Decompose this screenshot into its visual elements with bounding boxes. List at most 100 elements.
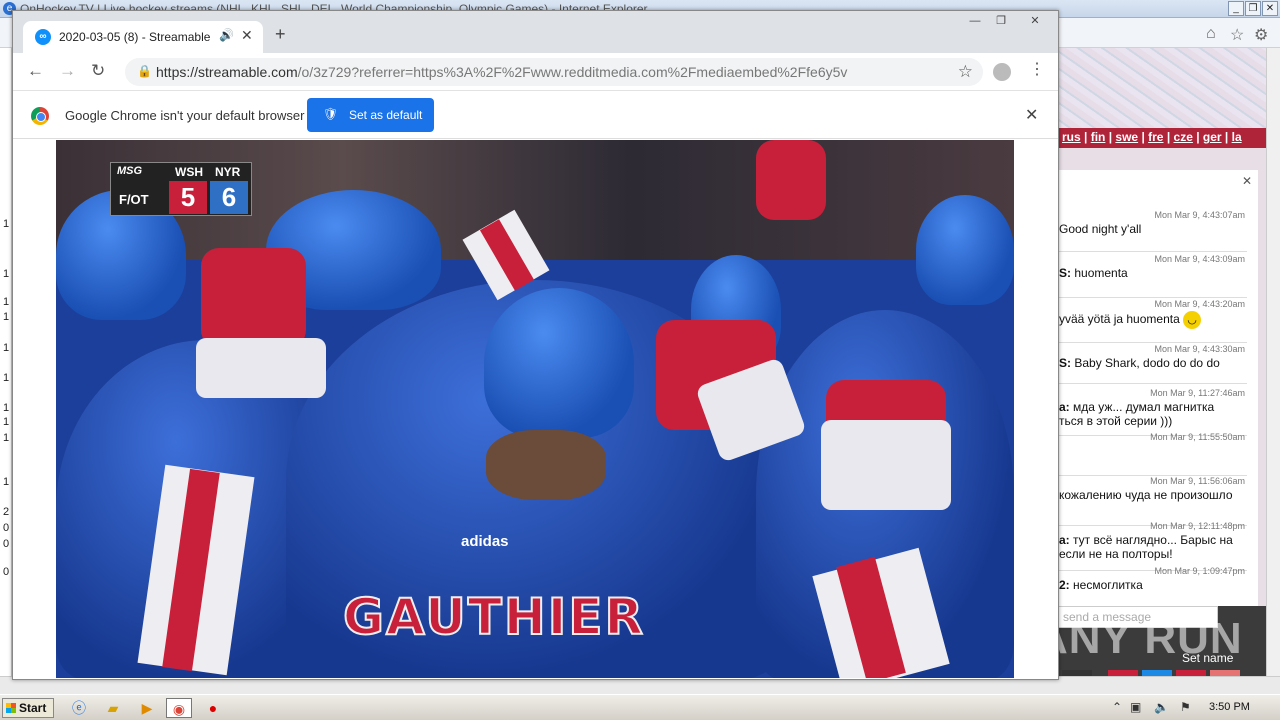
chrome-window: ∞ 2020-03-05 (8) - Streamable 🔊 ✕ + — ❐ … <box>12 10 1059 680</box>
color-swatch[interactable] <box>1210 670 1240 676</box>
infobar-close-icon[interactable]: ✕ <box>1025 105 1038 125</box>
favorites-star-icon[interactable]: ☆ <box>1230 25 1244 45</box>
chat-message: Mon Mar 9, 4:43:09am S: huomenta <box>1059 254 1247 298</box>
streamable-link-icon: ∞ <box>35 29 51 45</box>
chrome-close-button[interactable]: ✕ <box>1021 13 1049 29</box>
page-content: adidas GAUTHIER MSG F/OT WSH NYR 5 6 <box>13 139 1058 679</box>
lang-link-fre[interactable]: fre <box>1148 130 1163 144</box>
language-links: rus | fin | swe | fre | cze | ger | la <box>1058 128 1266 148</box>
address-bar[interactable]: 🔒 https://streamable.com/o/3z729?referre… <box>125 58 983 86</box>
ie-taskbar-icon[interactable]: ⓔ <box>66 698 92 718</box>
chrome-menu-icon[interactable]: ⋮ <box>1029 61 1045 79</box>
strip-digit: 1 <box>3 296 10 308</box>
color-swatch[interactable] <box>1062 670 1092 676</box>
chrome-toolbar: ← → ↻ 🔒 https://streamable.com/o/3z729?r… <box>13 53 1058 91</box>
lang-link-ger[interactable]: ger <box>1203 130 1222 144</box>
chat-close-icon[interactable]: ✕ <box>1242 174 1252 188</box>
chat-time: Mon Mar 9, 1:09:47pm <box>1154 566 1245 576</box>
chat-text: Good night y'all <box>1059 222 1142 236</box>
taskbar-clock[interactable]: 3:50 PM <box>1209 701 1250 713</box>
period-label: F/OT <box>119 192 149 207</box>
tab-close-icon[interactable]: ✕ <box>241 27 253 44</box>
home-icon[interactable]: ⌂ <box>1206 25 1216 43</box>
lang-link-cze[interactable]: cze <box>1174 130 1193 144</box>
chat-message: Mon Mar 9, 4:43:20am yvää yötä ja huomen… <box>1059 299 1247 343</box>
chat-time: Mon Mar 9, 12:11:48pm <box>1150 521 1245 531</box>
ie-vertical-scrollbar[interactable] <box>1266 48 1280 676</box>
chat-time: Mon Mar 9, 11:56:06am <box>1150 476 1245 486</box>
lock-icon: 🔒 <box>137 64 152 78</box>
color-swatch[interactable] <box>1108 670 1138 676</box>
lang-link-swe[interactable]: swe <box>1115 130 1138 144</box>
team2-name: NYR <box>215 165 241 179</box>
chat-time: Mon Mar 9, 4:43:30am <box>1154 344 1245 354</box>
chat-message: Mon Mar 9, 11:56:06am кожалению чуда не … <box>1059 476 1247 526</box>
chat-message: Mon Mar 9, 11:27:46am a: мда уж... думал… <box>1059 388 1247 436</box>
chat-text: S: Baby Shark, dodo do do do <box>1059 356 1220 370</box>
default-browser-infobar: Google Chrome isn't your default browser… <box>13 91 1058 139</box>
ie-close-button[interactable]: ✕ <box>1262 1 1278 16</box>
anyrun-watermark: ANY RUN <box>1036 614 1243 663</box>
explorer-folder-icon[interactable]: ▰ <box>100 698 126 718</box>
network-logo: MSG <box>117 165 143 177</box>
player-neck <box>486 430 606 500</box>
strip-digit: 1 <box>3 476 10 488</box>
strip-digit: 0 <box>3 538 10 550</box>
start-button[interactable]: Start <box>2 698 54 718</box>
lang-link-la[interactable]: la <box>1232 130 1242 144</box>
uac-shield-icon: 🛡 <box>323 107 339 121</box>
strip-digit: 0 <box>3 566 10 578</box>
jersey-brand-logo: adidas <box>461 533 509 550</box>
chat-time: Mon Mar 9, 4:43:09am <box>1154 254 1245 264</box>
chat-message: Mon Mar 9, 1:09:47pm 2: несмоглитка <box>1059 566 1247 602</box>
network-icon[interactable]: ▣ <box>1130 700 1141 714</box>
ie-minimize-button[interactable]: _ <box>1228 1 1244 16</box>
chat-text: 2: несмоглитка <box>1059 578 1143 592</box>
glove-cuff <box>821 420 951 510</box>
chat-text: S: huomenta <box>1059 266 1128 280</box>
video-player[interactable]: adidas GAUTHIER MSG F/OT WSH NYR 5 6 <box>56 140 1014 678</box>
chat-message: Mon Mar 9, 11:55:50am <box>1059 432 1247 476</box>
glove <box>756 140 826 220</box>
tab-streamable[interactable]: ∞ 2020-03-05 (8) - Streamable 🔊 ✕ <box>23 21 263 53</box>
team2-score: 6 <box>210 181 248 214</box>
lang-link-rus[interactable]: rus <box>1062 130 1081 144</box>
bookmark-star-icon[interactable]: ☆ <box>958 62 973 82</box>
color-swatch[interactable] <box>1176 670 1206 676</box>
volume-icon[interactable]: 🔈 <box>1154 700 1169 714</box>
ie-left-content-strip: 1 1 1 1 1 1 1 1 1 1 2 0 0 0 <box>0 48 12 676</box>
audio-playing-icon[interactable]: 🔊 <box>219 28 234 42</box>
new-tab-button[interactable]: + <box>275 25 286 43</box>
glove <box>201 248 306 348</box>
settings-gear-icon[interactable]: ⚙ <box>1254 25 1268 45</box>
ie-restore-button[interactable]: ❐ <box>1245 1 1261 16</box>
chrome-tabstrip: ∞ 2020-03-05 (8) - Streamable 🔊 ✕ + — ❐ … <box>13 11 1058 53</box>
strip-digit: 1 <box>3 342 10 354</box>
forward-arrow-icon[interactable]: → <box>59 61 76 81</box>
set-as-default-button[interactable]: 🛡 Set as default <box>307 98 434 132</box>
url-text: https://streamable.com/o/3z729?referrer=… <box>156 64 848 80</box>
helmet <box>916 195 1014 305</box>
lang-link-fin[interactable]: fin <box>1091 130 1106 144</box>
strip-digit: 1 <box>3 402 10 414</box>
chrome-minimize-button[interactable]: — <box>961 13 989 29</box>
chat-text: yvää yötä ja huomenta ◡ <box>1059 311 1202 329</box>
tray-expand-icon[interactable]: ⌃ <box>1112 700 1122 714</box>
reload-icon[interactable]: ↻ <box>91 61 105 81</box>
chat-message: Mon Mar 9, 4:43:30am S: Baby Shark, dodo… <box>1059 344 1247 384</box>
action-center-flag-icon[interactable]: ⚑ <box>1180 700 1191 714</box>
media-player-icon[interactable]: ▶ <box>134 698 160 718</box>
chat-text: a: тут всё наглядно... Барыс на если не н… <box>1059 533 1233 561</box>
chrome-taskbar-icon[interactable]: ◉ <box>166 698 192 718</box>
tab-title: 2020-03-05 (8) - Streamable <box>59 30 211 44</box>
back-arrow-icon[interactable]: ← <box>27 61 44 81</box>
chrome-maximize-button[interactable]: ❐ <box>987 13 1015 29</box>
profile-avatar-icon[interactable] <box>993 63 1011 81</box>
strip-digit: 1 <box>3 416 10 428</box>
strip-digit: 2 <box>3 506 10 518</box>
strip-digit: 1 <box>3 218 10 230</box>
color-swatch[interactable] <box>1142 670 1172 676</box>
team1-score: 5 <box>169 181 207 214</box>
antivirus-icon[interactable]: ● <box>200 698 226 718</box>
chat-text: кожалению чуда не произошло <box>1059 488 1233 502</box>
